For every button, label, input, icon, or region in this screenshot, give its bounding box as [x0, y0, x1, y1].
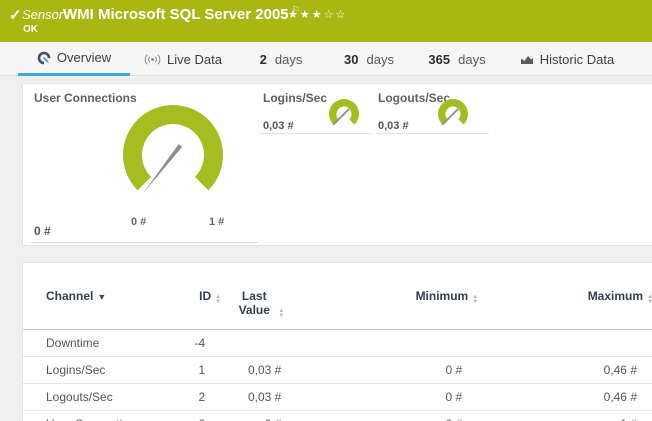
- table-row-logins[interactable]: Logins/Sec 1 0,03 # 0 # 0,46 #: [23, 357, 652, 384]
- tab-live-data-label: Live Data: [167, 52, 222, 67]
- prtg-sensor-page: ✓ Sensor WMI Microsoft SQL Server 2005⚐ …: [0, 0, 652, 421]
- column-header-last-value[interactable]: Last Value ▲▼: [221, 283, 297, 330]
- sensor-title-text: WMI Microsoft SQL Server 2005: [63, 6, 289, 23]
- column-header-id[interactable]: ID ▲▼: [175, 283, 221, 330]
- column-header-channel[interactable]: Channel ▼: [23, 283, 175, 330]
- user-connections-value: 0 #: [34, 224, 51, 238]
- column-header-last-value-label: Last Value: [234, 289, 274, 317]
- overview-gauges-panel: User Connections 0 # 1 # 0 # Logins/Sec …: [22, 83, 652, 246]
- column-header-minimum[interactable]: Minimum▲▼: [297, 283, 478, 330]
- tab-365-days-unit: days: [458, 52, 485, 67]
- tab-30-days-number: 30: [344, 52, 358, 67]
- gauge-scale-min: 0 #: [131, 216, 146, 228]
- sensor-status-badge: OK: [23, 24, 38, 35]
- cell-channel[interactable]: User Connections: [23, 411, 175, 421]
- cell-last-value: 0 #: [221, 411, 297, 421]
- sensor-title: WMI Microsoft SQL Server 2005⚐: [63, 5, 301, 23]
- logouts-gauge: [435, 96, 471, 132]
- cell-last-value: 0,03 #: [221, 357, 297, 384]
- cell-id: 2: [175, 384, 221, 411]
- cell-last-value: 0,03 #: [221, 384, 297, 411]
- logins-value: 0,03 #: [263, 120, 294, 132]
- tab-overview-label: Overview: [57, 50, 111, 65]
- sort-icon: ▲▼: [215, 295, 221, 305]
- channel-table-panel: Channel▼ ID▲▼ Last Value▲▼ Minimum▲▼ Max…: [22, 262, 652, 421]
- cell-id: 1: [175, 357, 221, 384]
- cell-minimum: 0 #: [297, 357, 478, 384]
- gauge-icon: [37, 51, 51, 65]
- sensor-header: ✓ Sensor WMI Microsoft SQL Server 2005⚐ …: [0, 0, 652, 42]
- cell-minimum: [297, 330, 478, 357]
- priority-stars[interactable]: ★★★☆☆: [288, 8, 347, 21]
- tab-live-data[interactable]: Live Data: [143, 42, 223, 76]
- cell-minimum: 0 #: [297, 411, 478, 421]
- logouts-value: 0,03 #: [378, 120, 409, 132]
- logins-gauge: [326, 96, 362, 132]
- tab-30-days[interactable]: 30 days: [331, 42, 407, 76]
- table-row-user-connections[interactable]: User Connections 0 0 # 0 # 1 #: [23, 411, 652, 421]
- tab-365-days-number: 365: [428, 52, 450, 67]
- sort-icon: ▲▼: [472, 295, 478, 305]
- table-header-row: Channel▼ ID▲▼ Last Value▲▼ Minimum▲▼ Max…: [23, 283, 652, 330]
- tab-bar: Overview Live Data 2 days 30 days 365 da…: [0, 42, 652, 76]
- column-header-minimum-label: Minimum: [416, 289, 469, 303]
- tab-historic-data-label: Historic Data: [540, 52, 614, 67]
- tab-2-days[interactable]: 2 days: [243, 42, 319, 76]
- sort-icon: ▲▼: [278, 309, 284, 319]
- sort-desc-icon: ▼: [97, 292, 106, 302]
- sensor-category-label: Sensor: [22, 7, 63, 22]
- historic-data-icon: [520, 54, 534, 65]
- gauge-needle: [143, 144, 182, 194]
- column-header-id-label: ID: [199, 289, 211, 303]
- tab-historic-data[interactable]: Historic Data: [507, 42, 627, 76]
- status-ok-check-icon: ✓: [9, 6, 22, 24]
- table-row-downtime[interactable]: Downtime -4: [23, 330, 652, 357]
- tab-365-days[interactable]: 365 days: [419, 42, 495, 76]
- cell-channel[interactable]: Downtime: [23, 330, 175, 357]
- gauge-scale-max: 1 #: [209, 216, 224, 228]
- divider: [259, 133, 372, 134]
- cell-maximum: 0,46 #: [478, 384, 652, 411]
- cell-id: 0: [175, 411, 221, 421]
- tab-overview[interactable]: Overview: [18, 42, 130, 76]
- cell-id: -4: [175, 330, 221, 357]
- cell-maximum: 0,46 #: [478, 357, 652, 384]
- divider: [376, 133, 489, 134]
- logins-label: Logins/Sec: [263, 91, 327, 105]
- table-row-logouts[interactable]: Logouts/Sec 2 0,03 # 0 # 0,46 #: [23, 384, 652, 411]
- cell-maximum: 1 #: [478, 411, 652, 421]
- cell-channel[interactable]: Logins/Sec: [23, 357, 175, 384]
- cell-channel[interactable]: Logouts/Sec: [23, 384, 175, 411]
- channel-table: Channel▼ ID▲▼ Last Value▲▼ Minimum▲▼ Max…: [23, 283, 652, 421]
- tab-30-days-unit: days: [367, 52, 394, 67]
- live-data-icon: [144, 54, 161, 65]
- cell-last-value: [221, 330, 297, 357]
- cell-minimum: 0 #: [297, 384, 478, 411]
- tab-2-days-number: 2: [260, 52, 267, 67]
- column-header-maximum[interactable]: Maximum ▲▼: [478, 283, 652, 330]
- cell-maximum: [478, 330, 652, 357]
- sort-icon: ▲▼: [647, 295, 652, 305]
- column-header-maximum-label: Maximum: [588, 289, 643, 303]
- column-header-channel-label: Channel: [46, 289, 93, 303]
- divider: [31, 242, 258, 243]
- tab-2-days-unit: days: [275, 52, 302, 67]
- user-connections-gauge: [118, 100, 228, 210]
